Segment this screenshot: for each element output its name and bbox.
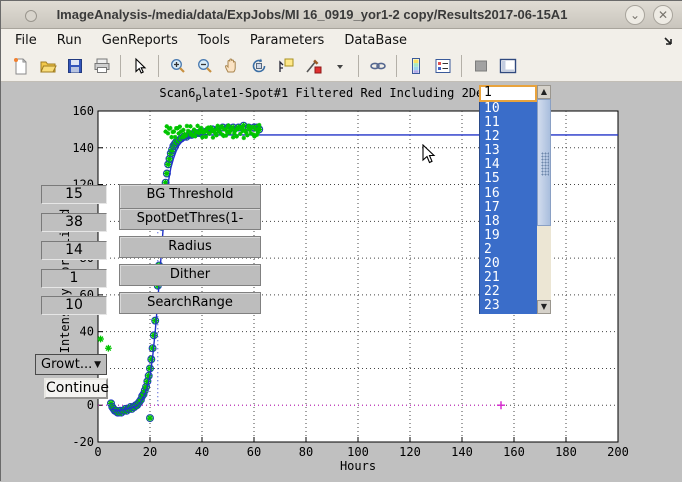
growth-model-dropdown[interactable]: Growt... ▼ xyxy=(35,354,107,375)
edit-plot-icon[interactable] xyxy=(128,56,151,77)
toolbar-separator xyxy=(396,55,397,77)
toolbar-separator xyxy=(358,55,359,77)
rotate-3d-icon[interactable] xyxy=(247,56,270,77)
list-item-12[interactable]: 12 xyxy=(480,130,537,144)
list-item-19[interactable]: 19 xyxy=(480,229,537,243)
title-bar: ImageAnalysis-/media/data/ExpJobs/MI 16_… xyxy=(1,1,682,29)
list-item-16[interactable]: 16 xyxy=(480,187,537,201)
field-searchrange[interactable]: 10 xyxy=(41,296,107,315)
menu-item-database[interactable]: DataBase xyxy=(334,31,417,50)
new-file-icon[interactable] xyxy=(9,56,32,77)
toolbar-separator xyxy=(461,55,462,77)
button-spotdetthres-1-60-[interactable]: SpotDetThres(1-60%) xyxy=(119,208,261,230)
list-item-23[interactable]: 23 xyxy=(480,299,537,313)
field-spotdetthres-1-60-[interactable]: 38 xyxy=(41,213,107,232)
shade-window-button[interactable]: ⌄ xyxy=(625,5,645,25)
pan-icon[interactable] xyxy=(220,56,243,77)
close-window-button[interactable]: ✕ xyxy=(653,5,673,25)
button-label: Radius xyxy=(168,239,212,254)
list-item-11[interactable]: 11 xyxy=(480,116,537,130)
field-dither[interactable]: 1 xyxy=(41,269,107,288)
mouse-cursor xyxy=(422,144,436,164)
list-item-13[interactable]: 13 xyxy=(480,144,537,158)
dock-figure-icon[interactable] xyxy=(663,35,675,47)
show-plot-tools-icon[interactable] xyxy=(496,56,519,77)
list-item-2[interactable]: 2 xyxy=(480,243,537,257)
menu-item-genreports[interactable]: GenReports xyxy=(92,31,188,50)
button-searchrange[interactable]: SearchRange xyxy=(119,292,261,314)
chevron-down-icon: ▼ xyxy=(94,360,101,370)
field-radius[interactable]: 14 xyxy=(41,241,107,260)
list-item-14[interactable]: 14 xyxy=(480,158,537,172)
menu-item-parameters[interactable]: Parameters xyxy=(240,31,334,50)
menu-item-run[interactable]: Run xyxy=(47,31,92,50)
menu-item-file[interactable]: File xyxy=(5,31,47,50)
toolbar-separator xyxy=(120,55,121,77)
insert-colorbar-icon[interactable] xyxy=(404,56,427,77)
button-radius[interactable]: Radius xyxy=(119,236,261,258)
list-item-22[interactable]: 22 xyxy=(480,285,537,299)
brush-icon[interactable] xyxy=(301,56,324,77)
button-label: BG Threshold xyxy=(147,187,234,202)
continue-button[interactable]: Continue xyxy=(44,378,108,399)
spot-number-combo[interactable]: 1 xyxy=(479,85,537,102)
toolbar-separator xyxy=(158,55,159,77)
brush-caret-icon[interactable] xyxy=(328,56,351,77)
print-figure-icon[interactable] xyxy=(90,56,113,77)
menu-item-tools[interactable]: Tools xyxy=(188,31,240,50)
open-file-icon[interactable] xyxy=(36,56,59,77)
button-label: SpotDetThres(1-60%) xyxy=(137,211,244,230)
data-cursor-icon[interactable] xyxy=(274,56,297,77)
hide-plot-tools-icon[interactable] xyxy=(469,56,492,77)
list-item-15[interactable]: 15 xyxy=(480,172,537,186)
app-window: ImageAnalysis-/media/data/ExpJobs/MI 16_… xyxy=(0,0,682,481)
figure-toolbar xyxy=(1,51,682,82)
scrollbar-thumb[interactable] xyxy=(537,99,551,226)
button-label: Dither xyxy=(170,267,210,282)
field-bg-threshold[interactable]: 15 xyxy=(41,185,107,204)
scrollbar-grip xyxy=(541,152,549,176)
menu-bar: FileRunGenReportsToolsParametersDataBase xyxy=(1,29,682,51)
list-item-21[interactable]: 21 xyxy=(480,271,537,285)
list-item-18[interactable]: 18 xyxy=(480,215,537,229)
save-figure-icon[interactable] xyxy=(63,56,86,77)
list-item-10[interactable]: 10 xyxy=(480,102,537,116)
growth-model-dropdown-label: Growt... xyxy=(41,357,92,372)
spot-number-list: 10111213141516171819220212223 xyxy=(479,102,537,314)
list-scrollbar[interactable]: ▲ ▼ xyxy=(537,85,551,314)
list-item-20[interactable]: 20 xyxy=(480,257,537,271)
zoom-out-icon[interactable] xyxy=(193,56,216,77)
list-item-17[interactable]: 17 xyxy=(480,201,537,215)
scroll-down-icon[interactable]: ▼ xyxy=(537,300,551,314)
button-dither[interactable]: Dither xyxy=(119,264,261,286)
button-label: SearchRange xyxy=(147,295,233,310)
link-plots-icon[interactable] xyxy=(366,56,389,77)
zoom-in-icon[interactable] xyxy=(166,56,189,77)
insert-legend-icon[interactable] xyxy=(431,56,454,77)
window-menu-icon[interactable] xyxy=(25,10,37,22)
window-title: ImageAnalysis-/media/data/ExpJobs/MI 16_… xyxy=(1,7,682,22)
scroll-up-icon[interactable]: ▲ xyxy=(537,85,551,99)
